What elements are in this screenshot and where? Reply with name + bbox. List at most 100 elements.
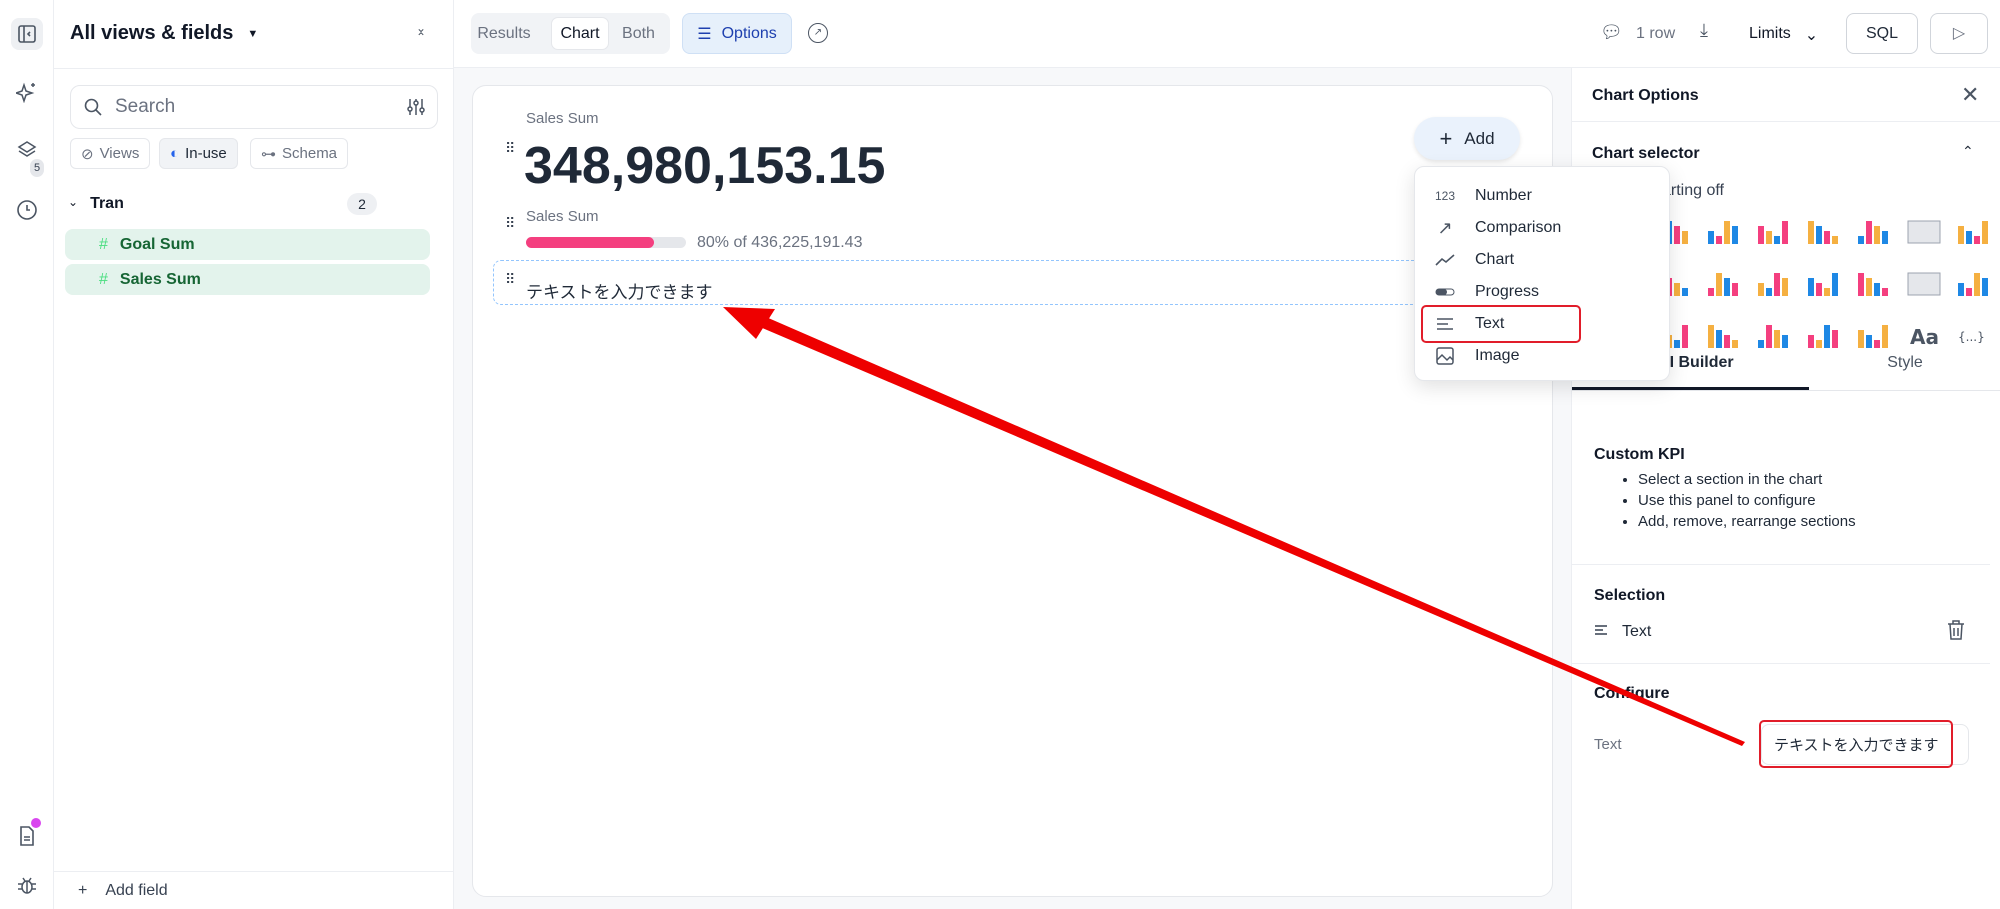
field-goal-sum[interactable]: # Goal Sum [65,229,430,260]
field-sales-sum[interactable]: # Sales Sum [65,264,430,295]
selection-title: Selection [1594,587,1666,604]
chart-type-icon[interactable] [1806,322,1842,350]
add-section-menu: 123 Number ↗ Comparison Chart Progress Tex… [1414,166,1670,381]
chart-type-icon[interactable] [1856,270,1892,298]
run-play-button[interactable]: ▷ [1930,13,1988,54]
chart-type-icon[interactable]: {...} [1956,322,1992,350]
selection-item[interactable]: Text [1594,623,1651,641]
history-clock-icon[interactable] [11,194,43,226]
text-align-icon [1595,625,1607,635]
collapse-icon[interactable]: ⌄ ⌃ [416,22,426,43]
menu-item-number[interactable]: 123 Number [1415,181,1671,211]
progress-fill [526,237,654,248]
charting-hint: arting off [1662,182,1724,199]
instruction: Use this panel to configure [1638,490,1856,511]
caret-down-icon: ▼ [247,27,259,40]
chart-type-icon[interactable] [1756,270,1792,298]
configure-title: Configure [1594,685,1670,702]
panel-toggle-icon[interactable] [11,18,43,50]
add-section-button[interactable]: + Add [1414,117,1520,160]
tab-both[interactable]: Both [611,17,666,50]
chart-type-icon[interactable] [1956,270,1992,298]
tab-style[interactable]: Style [1809,354,2000,372]
progress-section-label: Sales Sum [526,208,599,225]
chart-type-icon[interactable] [1756,218,1792,246]
fields-panel: All views & fields ▼ ⌄ ⌃ Search ⊘ Views ◐ In… [54,0,454,909]
svg-text:Aa: Aa [1910,325,1939,349]
tab-chart[interactable]: Chart [551,17,609,50]
image-icon [1415,347,1475,365]
chart-type-icon[interactable] [1706,270,1742,298]
chevron-up-icon[interactable]: ⌃ [1962,143,1974,160]
instruction: Add, remove, rearrange sections [1638,511,1856,532]
sql-button[interactable]: SQL [1846,13,1918,54]
compass-icon[interactable]: ↗ [808,23,828,43]
search-placeholder: Search [115,96,176,117]
svg-text:{...}: {...} [1958,330,1985,344]
chip-label: Views [99,145,140,162]
chart-type-icon[interactable] [1956,218,1992,246]
download-icon[interactable]: ⤓ [1700,20,1708,41]
chevron-down-icon: ⌄ [1804,27,1819,44]
views-dropdown[interactable]: All views & fields ▼ [70,22,258,45]
text-field-label: Text [1594,736,1622,753]
progress-icon [1415,288,1475,296]
menu-label: Image [1475,347,1520,364]
panel-title: Chart Options [1592,87,1699,104]
bug-icon[interactable] [11,869,43,901]
add-field-button[interactable]: + Add field [78,882,168,900]
group-tran[interactable]: ⌄ Tran [68,195,124,213]
drag-handle-icon[interactable]: ⠿ [505,216,515,230]
chart-type-icon[interactable] [1856,322,1892,350]
arrow-up-right-icon: ↗ [1437,217,1453,238]
text-section-content[interactable]: テキストを入力できます [526,278,713,303]
options-button[interactable]: ☰ Options [682,13,792,54]
chart-type-icon[interactable] [1806,270,1842,298]
chart-type-icon[interactable] [1906,270,1942,298]
ai-chat-icon[interactable]: 💬︎ [1600,22,1623,43]
filter-sliders-icon[interactable] [407,97,425,117]
menu-item-image[interactable]: Image [1415,341,1671,371]
filter-views[interactable]: ⊘ Views [70,138,151,169]
limits-dropdown[interactable]: Limits ⌄ [1749,25,1818,45]
tab-results[interactable]: Results [475,17,533,50]
plus-icon: + [78,882,88,899]
toggle-icon: ◐ [170,145,180,162]
annotation-highlight-box [1421,305,1581,343]
chart-type-icon[interactable] [1756,322,1792,350]
tab-underline [1572,387,1809,390]
selection-label: Text [1622,623,1652,640]
search-icon [84,98,102,116]
row-count: 1 row [1636,25,1676,42]
drag-handle-icon[interactable]: ⠿ [505,272,515,286]
annotation-highlight-box [1759,720,1953,768]
chart-type-icon[interactable] [1706,218,1742,246]
layers-badge: 5 [30,159,44,177]
progress-text: 80% of 436,225,191.43 [697,234,863,251]
eye-off-icon: ⊘ [81,145,94,163]
trash-icon[interactable] [1947,620,1965,645]
menu-item-chart[interactable]: Chart [1415,245,1671,275]
chart-type-icon[interactable] [1806,218,1842,246]
field-label: Sales Sum [119,270,201,288]
filter-in-use[interactable]: ◐ In-use [159,138,238,169]
filter-schema[interactable]: ⊶ Schema [250,138,349,169]
menu-item-progress[interactable]: Progress [1415,277,1671,307]
search-input[interactable]: Search [70,85,438,129]
add-field-label: Add field [105,882,168,899]
sparkles-icon[interactable] [11,76,43,108]
number-section-label: Sales Sum [526,110,599,127]
chart-type-icon[interactable]: Aa [1906,322,1942,350]
drag-handle-icon[interactable]: ⠿ [505,141,515,155]
close-icon[interactable]: ✕ [1961,82,1979,108]
menu-label: Number [1475,187,1532,204]
chart-type-icon[interactable] [1906,218,1942,246]
instruction: Select a section in the chart [1638,469,1856,490]
chart-type-icon[interactable] [1706,322,1742,350]
chart-type-icon[interactable] [1856,218,1892,246]
menu-item-comparison[interactable]: ↗ Comparison [1415,213,1671,243]
chevron-down-icon: ⌄ [68,195,79,209]
chip-label: Schema [282,145,338,162]
group-count-badge: 2 [347,193,377,215]
number-section-value[interactable]: 348,980,153.15 [524,136,885,196]
